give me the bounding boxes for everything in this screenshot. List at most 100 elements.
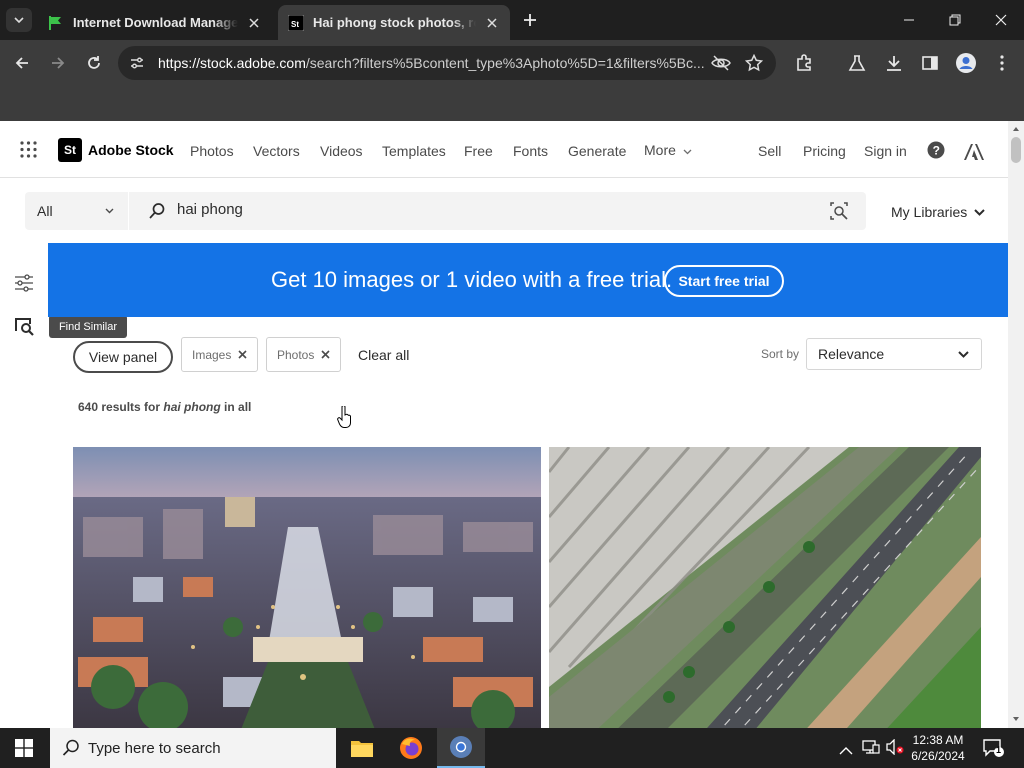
my-libraries-button[interactable]: My Libraries xyxy=(891,204,985,220)
result-photo-highway-aerial[interactable] xyxy=(549,447,981,728)
adobe-stock-logo[interactable]: St Adobe Stock xyxy=(58,138,174,162)
page-scrollbar[interactable] xyxy=(1008,121,1024,728)
start-button[interactable] xyxy=(0,728,48,768)
folder-icon xyxy=(351,741,373,757)
browser-toolbar: https://stock.adobe.com/search?filters%5… xyxy=(0,40,1024,86)
profile-button[interactable] xyxy=(952,49,980,77)
chevron-down-icon xyxy=(683,149,692,155)
logo-text: Adobe Stock xyxy=(88,142,174,158)
taskbar-search-box[interactable]: Type here to search xyxy=(50,728,336,768)
help-icon[interactable]: ? xyxy=(927,141,945,162)
nav-more[interactable]: More xyxy=(644,142,692,158)
bookmarks-bar xyxy=(0,86,1024,121)
search-input[interactable] xyxy=(177,201,777,218)
page-viewport: St Adobe Stock Photos Vectors Videos Tem… xyxy=(0,121,1008,728)
tab-idm[interactable]: Internet Download Manager is xyxy=(38,5,272,40)
reload-button[interactable] xyxy=(80,49,108,77)
adobe-logo-icon[interactable] xyxy=(964,144,984,163)
visual-search-icon[interactable] xyxy=(830,202,848,223)
search-icon xyxy=(148,202,166,223)
restore-button[interactable] xyxy=(932,0,978,40)
nav-templates[interactable]: Templates xyxy=(382,143,446,159)
logo-mark: St xyxy=(58,138,82,162)
system-clock[interactable]: 12:38 AM 6/26/2024 xyxy=(906,732,970,764)
view-panel-button[interactable]: View panel xyxy=(73,341,173,373)
extensions-button[interactable] xyxy=(790,49,818,77)
forward-button[interactable] xyxy=(44,49,72,77)
minimize-button[interactable] xyxy=(886,0,932,40)
search-icon xyxy=(62,739,79,756)
mouse-pointer-icon xyxy=(337,405,353,431)
reload-icon xyxy=(88,56,100,69)
back-button[interactable] xyxy=(8,49,36,77)
nav-fonts[interactable]: Fonts xyxy=(513,143,548,159)
nav-videos[interactable]: Videos xyxy=(320,143,363,159)
bookmark-star-icon[interactable] xyxy=(744,53,764,75)
restore-icon xyxy=(949,14,961,26)
nav-pricing[interactable]: Pricing xyxy=(803,143,846,159)
tab-adobe-stock[interactable]: St Hai phong stock photos, royalty xyxy=(278,5,510,40)
chrome-menu-button[interactable] xyxy=(988,49,1016,77)
scroll-thumb[interactable] xyxy=(1011,137,1021,163)
site-settings-icon[interactable] xyxy=(129,55,145,74)
side-panel-icon xyxy=(922,56,938,70)
sign-in-link[interactable]: Sign in xyxy=(864,143,907,159)
chevron-down-icon xyxy=(14,17,24,24)
clock-time: 12:38 AM xyxy=(912,733,964,747)
close-tab-icon[interactable] xyxy=(246,15,262,31)
remove-filter-icon[interactable] xyxy=(321,350,330,359)
volume-muted-icon[interactable] xyxy=(886,738,904,758)
start-free-trial-button[interactable]: Start free trial xyxy=(664,265,784,297)
clear-all-link[interactable]: Clear all xyxy=(358,347,409,363)
url-text[interactable]: https://stock.adobe.com/search?filters%5… xyxy=(158,55,704,71)
tab-title: Internet Download Manager is xyxy=(73,15,238,30)
chrome-taskbar-button[interactable] xyxy=(437,728,485,768)
labs-button[interactable] xyxy=(843,49,871,77)
downloads-button[interactable] xyxy=(880,49,908,77)
close-window-button[interactable] xyxy=(978,0,1024,40)
filter-chip-photos[interactable]: Photos xyxy=(266,337,342,372)
download-icon xyxy=(887,56,901,71)
nav-sell[interactable]: Sell xyxy=(758,143,781,159)
filter-sliders-icon[interactable] xyxy=(13,272,35,294)
eye-off-icon[interactable] xyxy=(711,54,731,75)
network-icon[interactable] xyxy=(862,739,880,758)
chrome-icon xyxy=(450,736,472,758)
url-path: /search?filters%5Bcontent_type%3Aphoto%5… xyxy=(305,55,704,71)
nav-vectors[interactable]: Vectors xyxy=(253,143,300,159)
tab-search-button[interactable] xyxy=(6,8,32,32)
filter-chip-images[interactable]: Images xyxy=(181,337,259,372)
chevron-up-icon[interactable] xyxy=(839,742,853,758)
result-photo-city-aerial[interactable] xyxy=(73,447,541,728)
site-header: St Adobe Stock Photos Vectors Videos Tem… xyxy=(0,121,1008,178)
results-count: 640 results for hai phong in all xyxy=(78,400,251,414)
chip-label: Images xyxy=(192,347,232,362)
app-grid-icon[interactable] xyxy=(20,141,37,161)
sort-select[interactable]: Relevance xyxy=(806,338,982,370)
nav-free[interactable]: Free xyxy=(464,143,493,159)
address-bar[interactable]: https://stock.adobe.com/search?filters%5… xyxy=(118,46,776,80)
close-tab-icon[interactable] xyxy=(484,15,500,31)
side-panel-button[interactable] xyxy=(916,49,944,77)
windows-logo-icon xyxy=(15,739,33,757)
remove-filter-icon[interactable] xyxy=(238,350,247,359)
banner-text: Get 10 images or 1 video with a free tri… xyxy=(271,267,673,292)
file-explorer-button[interactable] xyxy=(338,728,386,768)
content-type-select[interactable]: All xyxy=(25,192,128,230)
notification-center-icon[interactable]: 1 xyxy=(982,738,1004,761)
windows-taskbar: Type here to search 12:38 AM 6/26/2024 1 xyxy=(0,728,1024,768)
minimize-icon xyxy=(904,19,914,21)
firefox-button[interactable] xyxy=(387,728,435,768)
sort-label: Sort by xyxy=(761,347,800,361)
new-tab-button[interactable] xyxy=(518,9,542,31)
nav-photos[interactable]: Photos xyxy=(190,143,234,159)
firefox-icon xyxy=(400,737,422,759)
taskbar-search-placeholder: Type here to search xyxy=(88,739,221,757)
find-similar-icon[interactable] xyxy=(13,315,35,337)
content-type-value: All xyxy=(37,203,53,219)
results-query: hai phong xyxy=(163,400,221,414)
tab-title: Hai phong stock photos, royalty xyxy=(313,15,476,30)
plus-icon xyxy=(524,14,536,26)
close-icon xyxy=(995,14,1007,26)
nav-generate[interactable]: Generate xyxy=(568,143,626,159)
